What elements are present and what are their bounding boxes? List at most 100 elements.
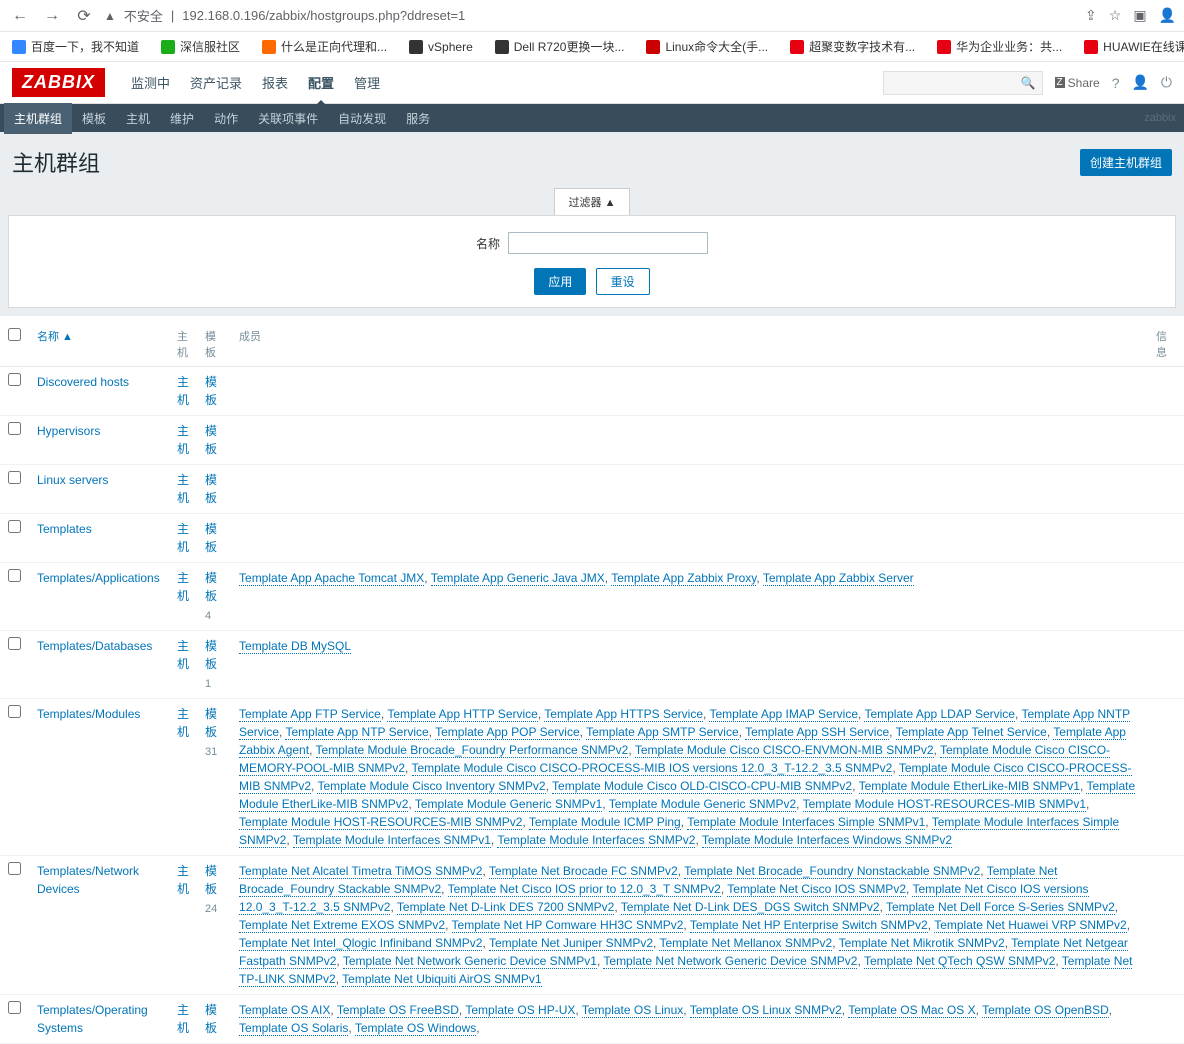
member-link[interactable]: Template Module Generic SNMPv2 bbox=[609, 797, 796, 812]
sub-menu-item[interactable]: 主机群组 bbox=[4, 103, 72, 134]
member-link[interactable]: Template Net Intel_Qlogic Infiniband SNM… bbox=[239, 936, 482, 951]
member-link[interactable]: Template Net Brocade FC SNMPv2 bbox=[489, 864, 678, 879]
templates-link[interactable]: 模板 bbox=[205, 571, 217, 603]
member-link[interactable]: Template App Zabbix Server bbox=[763, 571, 914, 586]
member-link[interactable]: Template App SMTP Service bbox=[586, 725, 739, 740]
sub-menu-item[interactable]: 模板 bbox=[72, 103, 116, 134]
row-checkbox[interactable] bbox=[8, 1001, 21, 1014]
reload-icon[interactable]: ⟳ bbox=[72, 6, 96, 26]
member-link[interactable]: Template Module Cisco Inventory SNMPv2 bbox=[317, 779, 545, 794]
member-link[interactable]: Template Net Brocade_Foundry Nonstackabl… bbox=[684, 864, 980, 879]
member-link[interactable]: Template Net Dell Force S-Series SNMPv2 bbox=[886, 900, 1115, 915]
member-link[interactable]: Template Net Mikrotik SNMPv2 bbox=[839, 936, 1005, 951]
member-link[interactable]: Template App Zabbix Proxy bbox=[611, 571, 756, 586]
hosts-link[interactable]: 主机 bbox=[177, 571, 189, 603]
bookmark-item[interactable]: 超聚变数字技术有... bbox=[790, 38, 915, 55]
sub-menu-item[interactable]: 动作 bbox=[204, 103, 248, 134]
group-name-link[interactable]: Discovered hosts bbox=[37, 375, 129, 389]
sub-menu-item[interactable]: 服务 bbox=[396, 103, 440, 134]
hosts-link[interactable]: 主机 bbox=[177, 424, 189, 456]
row-checkbox[interactable] bbox=[8, 471, 21, 484]
hosts-link[interactable]: 主机 bbox=[177, 639, 189, 671]
share-link[interactable]: ZShare bbox=[1055, 76, 1100, 90]
row-checkbox[interactable] bbox=[8, 705, 21, 718]
member-link[interactable]: Template Module Cisco CISCO-ENVMON-MIB S… bbox=[635, 743, 934, 758]
share-url-icon[interactable]: ⇪ bbox=[1085, 7, 1097, 24]
create-hostgroup-button[interactable]: 创建主机群组 bbox=[1080, 149, 1172, 176]
zabbix-logo[interactable]: ZABBIX bbox=[12, 68, 105, 97]
member-link[interactable]: Template Module Interfaces SNMPv2 bbox=[497, 833, 695, 848]
row-checkbox[interactable] bbox=[8, 520, 21, 533]
templates-link[interactable]: 模板 bbox=[205, 375, 217, 407]
group-name-link[interactable]: Templates bbox=[37, 522, 92, 536]
hosts-link[interactable]: 主机 bbox=[177, 473, 189, 505]
main-menu-item[interactable]: 管理 bbox=[344, 61, 390, 104]
member-link[interactable]: Template App Generic Java JMX bbox=[431, 571, 605, 586]
member-link[interactable]: Template Net Alcatel Timetra TiMOS SNMPv… bbox=[239, 864, 482, 879]
reset-button[interactable]: 重设 bbox=[596, 268, 650, 295]
member-link[interactable]: Template App NTP Service bbox=[285, 725, 428, 740]
main-menu-item[interactable]: 资产记录 bbox=[180, 61, 252, 104]
member-link[interactable]: Template Net Network Generic Device SNMP… bbox=[343, 954, 597, 969]
member-link[interactable]: Template Module HOST-RESOURCES-MIB SNMPv… bbox=[239, 815, 522, 830]
main-menu-item[interactable]: 配置 bbox=[298, 61, 344, 104]
address-bar[interactable]: ▲ 不安全 | 192.168.0.196/zabbix/hostgroups.… bbox=[104, 6, 1077, 25]
forward-icon[interactable]: → bbox=[40, 7, 64, 25]
hosts-link[interactable]: 主机 bbox=[177, 1003, 189, 1035]
search-input[interactable]: 🔍 bbox=[883, 71, 1043, 95]
templates-link[interactable]: 模板 bbox=[205, 707, 217, 739]
group-name-link[interactable]: Templates/Network Devices bbox=[37, 864, 139, 896]
hosts-link[interactable]: 主机 bbox=[177, 522, 189, 554]
templates-link[interactable]: 模板 bbox=[205, 424, 217, 456]
member-link[interactable]: Template Net Ubiquiti AirOS SNMPv1 bbox=[342, 972, 541, 987]
sub-menu-item[interactable]: 维护 bbox=[160, 103, 204, 134]
member-link[interactable]: Template Net Network Generic Device SNMP… bbox=[603, 954, 857, 969]
member-link[interactable]: Template OS OpenBSD bbox=[982, 1003, 1109, 1018]
hosts-link[interactable]: 主机 bbox=[177, 707, 189, 739]
member-link[interactable]: Template OS FreeBSD bbox=[337, 1003, 459, 1018]
templates-link[interactable]: 模板 bbox=[205, 864, 217, 896]
select-all-checkbox[interactable] bbox=[8, 328, 21, 341]
member-link[interactable]: Template Module ICMP Ping bbox=[529, 815, 681, 830]
member-link[interactable]: Template OS Solaris bbox=[239, 1021, 348, 1036]
member-link[interactable]: Template Module Cisco OLD-CISCO-CPU-MIB … bbox=[552, 779, 852, 794]
member-link[interactable]: Template Module Generic SNMPv1 bbox=[415, 797, 602, 812]
row-checkbox[interactable] bbox=[8, 637, 21, 650]
member-link[interactable]: Template Net QTech QSW SNMPv2 bbox=[864, 954, 1055, 969]
member-link[interactable]: Template App LDAP Service bbox=[864, 707, 1015, 722]
bookmark-item[interactable]: Linux命令大全(手... bbox=[646, 38, 768, 55]
member-link[interactable]: Template OS Linux bbox=[582, 1003, 683, 1018]
member-link[interactable]: Template OS Windows bbox=[355, 1021, 476, 1036]
sub-menu-item[interactable]: 主机 bbox=[116, 103, 160, 134]
member-link[interactable]: Template Module Brocade_Foundry Performa… bbox=[316, 743, 629, 758]
member-link[interactable]: Template OS Linux SNMPv2 bbox=[690, 1003, 842, 1018]
bookmark-item[interactable]: 百度一下，我不知道 bbox=[12, 38, 139, 55]
member-link[interactable]: Template App IMAP Service bbox=[709, 707, 858, 722]
member-link[interactable]: Template Module Interfaces Windows SNMPv… bbox=[702, 833, 952, 848]
filter-toggle[interactable]: 过滤器 ▲ bbox=[554, 188, 631, 215]
member-link[interactable]: Template Module EtherLike-MIB SNMPv1 bbox=[859, 779, 1080, 794]
main-menu-item[interactable]: 监测中 bbox=[121, 61, 180, 104]
templates-link[interactable]: 模板 bbox=[205, 639, 217, 671]
row-checkbox[interactable] bbox=[8, 569, 21, 582]
member-link[interactable]: Template Module Interfaces SNMPv1 bbox=[293, 833, 491, 848]
group-name-link[interactable]: Templates/Applications bbox=[37, 571, 160, 585]
hosts-link[interactable]: 主机 bbox=[177, 864, 189, 896]
group-name-link[interactable]: Templates/Modules bbox=[37, 707, 140, 721]
member-link[interactable]: Template Module Cisco CISCO-PROCESS-MIB … bbox=[412, 761, 893, 776]
group-name-link[interactable]: Linux servers bbox=[37, 473, 108, 487]
row-checkbox[interactable] bbox=[8, 373, 21, 386]
bookmark-item[interactable]: 什么是正向代理和... bbox=[262, 38, 387, 55]
group-name-link[interactable]: Hypervisors bbox=[37, 424, 100, 438]
bookmark-star-icon[interactable]: ☆ bbox=[1109, 7, 1122, 24]
sub-menu-item[interactable]: 自动发现 bbox=[328, 103, 396, 134]
extensions-icon[interactable]: ▣ bbox=[1133, 7, 1146, 24]
bookmark-item[interactable]: 华为企业业务：共... bbox=[937, 38, 1062, 55]
member-link[interactable]: Template App HTTPS Service bbox=[544, 707, 703, 722]
member-link[interactable]: Template App SSH Service bbox=[745, 725, 889, 740]
col-name-header[interactable]: 名称 ▲ bbox=[37, 331, 73, 343]
member-link[interactable]: Template Net Extreme EXOS SNMPv2 bbox=[239, 918, 445, 933]
member-link[interactable]: Template Net D-Link DES_DGS Switch SNMPv… bbox=[621, 900, 880, 915]
profile-icon[interactable]: 👤 bbox=[1159, 7, 1176, 24]
member-link[interactable]: Template Net Huawei VRP SNMPv2 bbox=[934, 918, 1127, 933]
